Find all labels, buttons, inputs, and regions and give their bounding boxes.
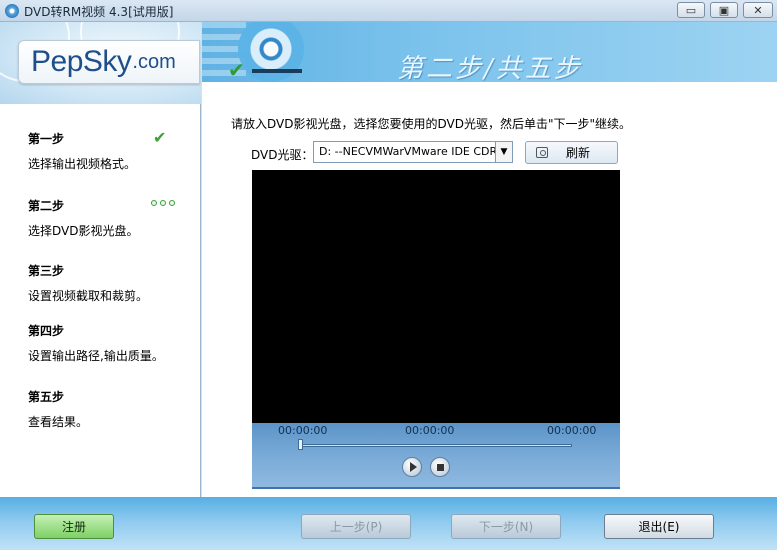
minimize-button[interactable]: ▭ — [677, 2, 705, 18]
window-title: DVD转RM视频 4.3[试用版] — [24, 5, 174, 19]
step-1: 第一步 ✔ 选择输出视频格式。 — [28, 128, 198, 172]
play-icon — [409, 462, 417, 472]
title-bar: DVD转RM视频 4.3[试用版] ▭ ▣ ✕ — [0, 0, 777, 22]
step-desc: 设置输出路径,输出质量。 — [28, 349, 164, 363]
step-title: 第五步 — [28, 390, 65, 404]
refresh-button[interactable]: 刷新 — [525, 141, 618, 164]
register-button[interactable]: 注册 — [34, 514, 114, 539]
step-counter-title: 第二步/共五步 — [397, 54, 583, 82]
step-2: 第二步 选择DVD影视光盘。 — [28, 197, 198, 239]
stop-icon — [436, 463, 444, 471]
drive-select[interactable]: D: --NECVMWarVMware IDE CDR10 — [313, 141, 513, 163]
logo-text: PepSky — [31, 45, 132, 78]
main-content: 请放入DVD影视光盘，选择您要使用的DVD光驱，然后单击"下一步"继续。 DVD… — [202, 82, 777, 497]
drive-label: DVD光驱： — [251, 148, 314, 162]
step-5: 第五步 查看结果。 — [28, 388, 198, 430]
refresh-icon — [536, 147, 548, 158]
step-desc: 设置视频截取和裁剪。 — [28, 289, 149, 303]
disc-icon — [238, 22, 304, 82]
step-desc: 选择DVD影视光盘。 — [28, 224, 139, 238]
step-desc: 选择输出视频格式。 — [28, 157, 137, 171]
play-button[interactable] — [402, 457, 422, 477]
in-progress-icon — [151, 200, 175, 206]
player-controls: 00:00:00 00:00:00 00:00:00 — [252, 423, 620, 489]
exit-button[interactable]: 退出(E) — [604, 514, 714, 539]
stop-button[interactable] — [430, 457, 450, 477]
app-icon — [5, 4, 19, 18]
pepsky-logo: PepSky .com — [18, 40, 200, 84]
decor-bar — [252, 69, 302, 73]
time-end: 00:00:00 — [547, 424, 597, 437]
seek-bar[interactable] — [298, 444, 572, 447]
check-icon: ✔ — [153, 128, 167, 147]
bottom-bar: 注册 上一步(P) 下一步(N) 退出(E) — [0, 497, 777, 550]
time-start: 00:00:00 — [278, 424, 328, 437]
step-desc: 查看结果。 — [28, 415, 89, 429]
time-current: 00:00:00 — [405, 424, 455, 437]
step-title: 第三步 — [28, 264, 65, 278]
header-banner: 第二步/共五步 — [202, 22, 777, 82]
prev-button[interactable]: 上一步(P) — [301, 514, 411, 539]
seek-thumb[interactable] — [298, 439, 303, 450]
instruction-text: 请放入DVD影视光盘，选择您要使用的DVD光驱，然后单击"下一步"继续。 — [231, 117, 631, 131]
step-4: 第四步 设置输出路径,输出质量。 — [28, 322, 198, 364]
logo-suffix: .com — [132, 50, 176, 73]
step-3: 第三步 设置视频截取和裁剪。 — [28, 262, 198, 304]
refresh-label: 刷新 — [566, 146, 591, 160]
step-title: 第一步 — [28, 132, 65, 146]
close-button[interactable]: ✕ — [743, 2, 773, 18]
next-button[interactable]: 下一步(N) — [451, 514, 561, 539]
chevron-down-icon[interactable]: ▼ — [495, 141, 513, 163]
steps-sidebar: PepSky .com 第一步 ✔ 选择输出视频格式。 第二步 选择DVD影视光… — [0, 22, 201, 497]
maximize-button[interactable]: ▣ — [710, 2, 738, 18]
video-preview — [252, 170, 620, 423]
logo-area: PepSky .com — [0, 22, 201, 104]
step-title: 第四步 — [28, 324, 65, 338]
